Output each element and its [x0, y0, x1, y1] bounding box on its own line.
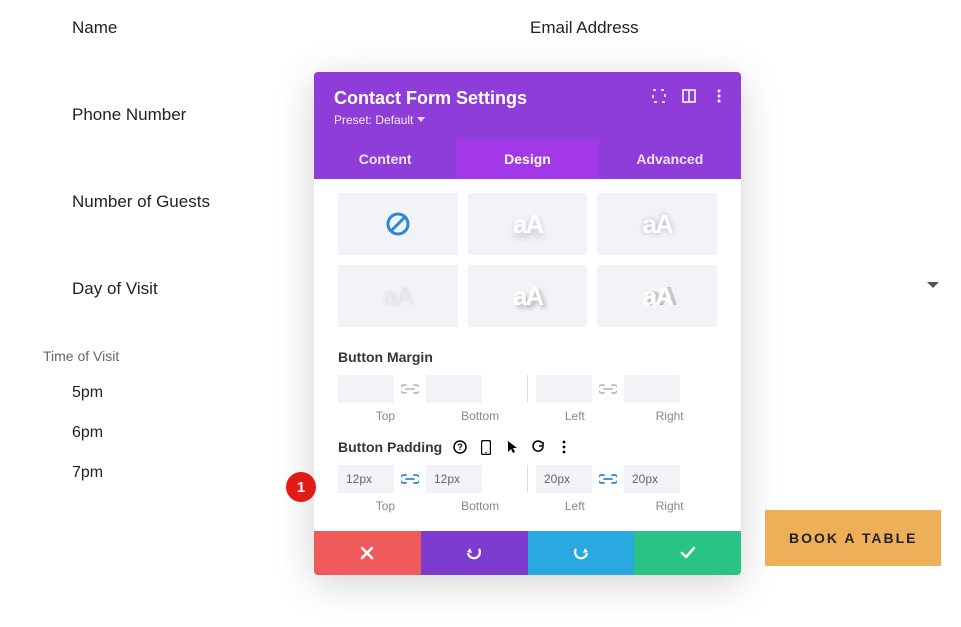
book-table-button[interactable]: BOOK A TABLE — [765, 510, 941, 566]
save-button[interactable] — [634, 531, 741, 575]
reset-icon[interactable] — [530, 439, 546, 455]
shadow-option-6[interactable]: aA — [597, 265, 717, 327]
modal-body: aA aA aA aA aA Button Margin Top Bottom … — [314, 179, 741, 531]
tabs: Content Design Advanced — [314, 139, 741, 179]
padding-right-input[interactable] — [624, 465, 680, 493]
time-label: Time of Visit — [43, 348, 119, 364]
shadow-option-3[interactable]: aA — [597, 193, 717, 255]
link-icon[interactable] — [598, 469, 618, 489]
padding-left-input[interactable] — [536, 465, 592, 493]
padding-bottom-input[interactable] — [426, 465, 482, 493]
settings-modal: Contact Form Settings Preset: Default Co… — [314, 72, 741, 575]
shadow-option-4[interactable]: aA — [338, 265, 458, 327]
expand-icon[interactable] — [651, 88, 667, 104]
padding-top-sublabel: Top — [338, 499, 433, 513]
margin-top-input[interactable] — [338, 375, 394, 403]
tab-content[interactable]: Content — [314, 139, 456, 179]
time-option-7pm[interactable]: 7pm — [72, 464, 103, 482]
more-icon[interactable] — [711, 88, 727, 104]
close-icon — [360, 546, 374, 560]
tab-design[interactable]: Design — [456, 139, 598, 179]
margin-right-sublabel: Right — [622, 409, 717, 423]
shadow-preview: aA — [643, 281, 672, 312]
shadow-preview: aA — [513, 209, 542, 240]
button-padding-label: Button Padding ? — [338, 439, 717, 455]
margin-right-input[interactable] — [624, 375, 680, 403]
margin-left-input[interactable] — [536, 375, 592, 403]
shadow-preview: aA — [383, 281, 412, 312]
padding-left-sublabel: Left — [528, 499, 623, 513]
redo-button[interactable] — [528, 531, 635, 575]
divider — [527, 465, 528, 493]
margin-left-sublabel: Left — [528, 409, 623, 423]
help-icon[interactable]: ? — [452, 439, 468, 455]
columns-icon[interactable] — [681, 88, 697, 104]
margin-bottom-sublabel: Bottom — [433, 409, 528, 423]
padding-top-input[interactable] — [338, 465, 394, 493]
redo-icon — [572, 545, 590, 561]
padding-label-text: Button Padding — [338, 439, 442, 455]
tab-advanced[interactable]: Advanced — [599, 139, 741, 179]
padding-row — [338, 465, 717, 493]
email-label: Email Address — [530, 18, 639, 38]
margin-row — [338, 375, 717, 403]
preset-selector[interactable]: Preset: Default — [334, 113, 721, 127]
padding-bottom-sublabel: Bottom — [433, 499, 528, 513]
shadow-none-option[interactable] — [338, 193, 458, 255]
name-label: Name — [72, 18, 117, 38]
button-margin-label: Button Margin — [338, 349, 717, 365]
margin-top-sublabel: Top — [338, 409, 433, 423]
ban-icon — [385, 211, 411, 237]
phone-label: Phone Number — [72, 105, 186, 125]
padding-right-sublabel: Right — [622, 499, 717, 513]
check-icon — [680, 546, 696, 560]
modal-header: Contact Form Settings Preset: Default — [314, 72, 741, 139]
link-icon[interactable] — [598, 379, 618, 399]
shadow-grid: aA aA aA aA aA — [338, 193, 717, 327]
time-option-6pm[interactable]: 6pm — [72, 424, 103, 442]
more-vert-icon[interactable] — [556, 439, 572, 455]
modal-footer — [314, 531, 741, 575]
close-button[interactable] — [314, 531, 421, 575]
undo-button[interactable] — [421, 531, 528, 575]
cursor-icon[interactable] — [504, 439, 520, 455]
link-icon[interactable] — [400, 469, 420, 489]
shadow-preview: aA — [513, 281, 542, 312]
phone-icon[interactable] — [478, 439, 494, 455]
shadow-option-5[interactable]: aA — [468, 265, 588, 327]
step-badge: 1 — [286, 472, 316, 502]
chevron-down-icon[interactable] — [927, 282, 939, 288]
time-option-5pm[interactable]: 5pm — [72, 384, 103, 402]
shadow-preview: aA — [643, 209, 672, 240]
undo-icon — [465, 545, 483, 561]
link-icon[interactable] — [400, 379, 420, 399]
preset-label: Preset: Default — [334, 113, 413, 127]
shadow-option-2[interactable]: aA — [468, 193, 588, 255]
margin-bottom-input[interactable] — [426, 375, 482, 403]
divider — [527, 375, 528, 403]
day-label: Day of Visit — [72, 279, 158, 299]
caret-down-icon — [417, 117, 425, 123]
svg-text:?: ? — [457, 442, 463, 452]
guests-label: Number of Guests — [72, 192, 210, 212]
